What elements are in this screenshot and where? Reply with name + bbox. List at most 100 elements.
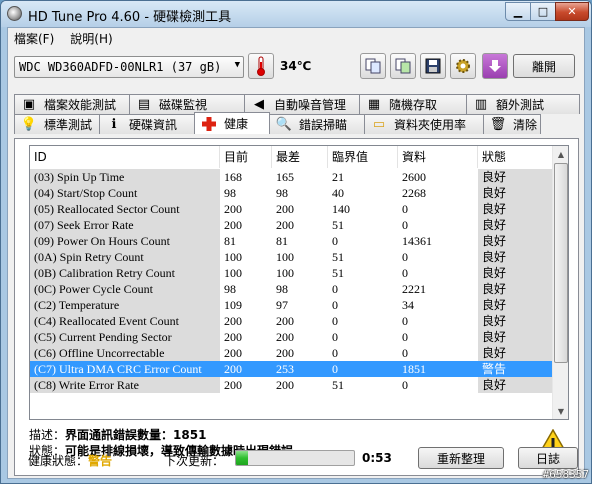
cell-id: (05) Reallocated Sector Count xyxy=(30,201,220,217)
table-row[interactable]: (07) Seek Error Rate 200 200 51 0 良好 xyxy=(30,217,553,233)
temperature-value: 34℃ xyxy=(280,59,312,73)
cell-current: 100 xyxy=(224,266,242,280)
cell-current: 200 xyxy=(224,330,242,344)
col-header-worst[interactable]: 最差 xyxy=(272,146,328,168)
download-button[interactable] xyxy=(482,53,508,79)
tab-health[interactable]: 健康 xyxy=(194,112,270,134)
progress-fill xyxy=(236,451,248,465)
table-row[interactable]: (C4) Reallocated Event Count 200 200 0 0 良好 xyxy=(30,313,553,329)
log-button[interactable]: 日誌 xyxy=(518,447,578,469)
menu-file[interactable]: 檔案(F) xyxy=(14,30,54,47)
health-panel: ID 目前 最差 臨界值 資料 狀態 (03) Spin Up Time 168 1… xyxy=(14,138,579,476)
table-row[interactable]: (03) Spin Up Time 168 165 21 2600 良好 xyxy=(30,169,553,185)
tab-benchmark[interactable]: 💡 標準測試 xyxy=(14,114,100,134)
trash-icon: 🗑 xyxy=(489,117,507,132)
lightbulb-icon: 💡 xyxy=(20,117,38,132)
copy-text-button[interactable] xyxy=(360,53,386,79)
cell-data: 0 xyxy=(402,250,408,264)
col-header-threshold[interactable]: 臨界值 xyxy=(328,146,398,168)
minimize-icon: ▁ xyxy=(513,5,523,18)
tab-disk-monitor[interactable]: ▤ 磁碟監視 xyxy=(129,94,245,114)
cell-status: 良好 xyxy=(478,377,553,393)
cell-current: 200 xyxy=(224,346,242,360)
cell-status: 良好 xyxy=(478,185,553,201)
cell-id: (0C) Power Cycle Count xyxy=(30,281,220,297)
col-header-data[interactable]: 資料 xyxy=(398,146,478,168)
table-row[interactable]: (05) Reallocated Sector Count 200 200 140 0 良… xyxy=(30,201,553,217)
smart-table[interactable]: ID 目前 最差 臨界值 資料 狀態 (03) Spin Up Time 168 1… xyxy=(29,145,569,420)
maximize-button[interactable]: □ xyxy=(530,2,556,21)
cell-id: (07) Seek Error Rate xyxy=(30,217,220,233)
folder-icon: ▭ xyxy=(372,117,386,132)
cell-threshold: 140 xyxy=(332,202,350,216)
copy-screenshot-button[interactable] xyxy=(390,53,416,79)
cell-id: (C2) Temperature xyxy=(30,297,220,313)
cell-data: 0 xyxy=(402,378,408,392)
table-row[interactable]: (0A) Spin Retry Count 100 100 51 0 良好 xyxy=(30,249,553,265)
table-row[interactable]: (0B) Calibration Retry Count 100 100 51 0 良好 xyxy=(30,265,553,281)
temperature-button[interactable] xyxy=(248,53,274,79)
tab-label: 標準測試 xyxy=(44,118,93,132)
save-button[interactable] xyxy=(420,53,446,79)
refresh-button[interactable]: 重新整理 xyxy=(418,447,504,469)
table-row[interactable]: (0C) Power Cycle Count 98 98 0 2221 良好 xyxy=(30,281,553,297)
tab-label: 磁碟監視 xyxy=(159,98,208,112)
cell-data: 34 xyxy=(402,298,414,312)
tab-extra-tests[interactable]: ▥ 額外測試 xyxy=(466,94,580,114)
tab-error-scan[interactable]: 🔍 錯誤掃瞄 xyxy=(269,114,365,134)
cell-worst: 200 xyxy=(276,218,294,232)
scrollbar-thumb[interactable] xyxy=(554,163,568,363)
cell-status: 良好 xyxy=(478,169,553,185)
options-button[interactable] xyxy=(450,53,476,79)
vertical-scrollbar[interactable]: ▲ ▼ xyxy=(552,146,568,419)
tab-label: 健康 xyxy=(224,117,249,131)
tab-aam[interactable]: ◀ 自動噪音管理 xyxy=(244,94,360,114)
close-button[interactable]: ✕ xyxy=(555,2,589,21)
cell-threshold: 0 xyxy=(332,346,338,360)
cell-data: 1851 xyxy=(398,361,478,377)
cell-data: 0 xyxy=(402,202,408,216)
cell-worst: 200 xyxy=(276,346,294,360)
scroll-up-icon[interactable]: ▲ xyxy=(553,146,568,162)
tab-info[interactable]: ℹ 硬碟資訊 xyxy=(99,114,195,134)
cell-worst: 165 xyxy=(276,170,294,184)
health-status: 健康狀態：警告 xyxy=(28,452,112,469)
magnifier-icon: 🔍 xyxy=(275,117,293,132)
drive-select[interactable]: WDC WD360ADFD-00NLR1 (37 gB) ▼ xyxy=(14,56,244,78)
title-bar[interactable]: HD Tune Pro 4.60 - 硬碟檢測工具 ▁ □ ✕ xyxy=(1,1,591,27)
cell-data: 0 xyxy=(402,218,408,232)
cell-data: 14361 xyxy=(402,234,432,248)
table-row[interactable]: (C2) Temperature 109 97 0 34 良好 xyxy=(30,297,553,313)
cell-current: 98 xyxy=(224,186,236,200)
col-header-id[interactable]: ID xyxy=(30,146,220,168)
scroll-down-icon[interactable]: ▼ xyxy=(553,403,568,419)
col-header-status[interactable]: 狀態 xyxy=(478,146,553,168)
minimize-button[interactable]: ▁ xyxy=(505,2,531,21)
tab-file-benchmark[interactable]: ▣ 檔案效能測試 xyxy=(14,94,130,114)
cell-worst: 81 xyxy=(276,234,288,248)
cell-current: 81 xyxy=(224,234,236,248)
cell-threshold: 40 xyxy=(332,186,344,200)
table-row[interactable]: (C5) Current Pending Sector 200 200 0 0 良好 xyxy=(30,329,553,345)
menu-help[interactable]: 說明(H) xyxy=(70,30,112,47)
cell-current: 100 xyxy=(224,250,242,264)
cell-threshold: 21 xyxy=(332,170,344,184)
cell-worst: 253 xyxy=(272,361,328,377)
table-row[interactable]: (04) Start/Stop Count 98 98 40 2268 良好 xyxy=(30,185,553,201)
table-row[interactable]: (C8) Write Error Rate 200 200 51 0 良好 xyxy=(30,377,553,393)
table-row[interactable]: (C6) Offline Uncorrectable 200 200 0 0 良好 xyxy=(30,345,553,361)
exit-button[interactable]: 離開 xyxy=(513,54,575,78)
cell-threshold: 0 xyxy=(332,234,338,248)
maximize-icon: □ xyxy=(537,5,549,18)
table-row-selected[interactable]: (C7) Ultra DMA CRC Error Count 200 253 0 185… xyxy=(30,361,553,377)
cell-current: 109 xyxy=(224,298,242,312)
table-row[interactable]: (09) Power On Hours Count 81 81 0 14361 良好 xyxy=(30,233,553,249)
cell-worst: 200 xyxy=(276,314,294,328)
close-icon: ✕ xyxy=(567,5,577,18)
tab-random-access[interactable]: ▦ 隨機存取 xyxy=(359,94,467,114)
tab-erase[interactable]: 🗑 清除 xyxy=(483,114,541,134)
tab-folder-usage[interactable]: ▭ 資料夾使用率 xyxy=(364,114,484,134)
cell-id: (C6) Offline Uncorrectable xyxy=(30,345,220,361)
info-icon: ℹ xyxy=(111,117,117,132)
col-header-current[interactable]: 目前 xyxy=(220,146,272,168)
